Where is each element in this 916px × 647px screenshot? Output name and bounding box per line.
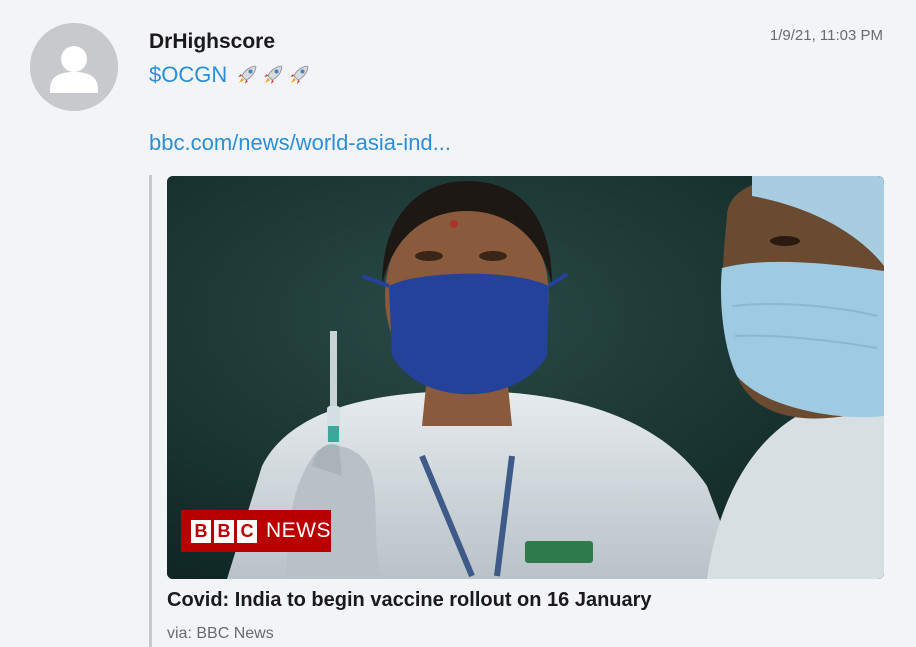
bbc-news-logo: B B C NEWS	[181, 510, 331, 552]
message-line: $OCGN	[149, 62, 311, 88]
timestamp: 1/9/21, 11:03 PM	[769, 27, 883, 44]
bbc-logo-letter: C	[237, 519, 257, 543]
username[interactable]: DrHighscore	[149, 30, 275, 54]
bbc-logo-letter: B	[191, 519, 211, 543]
ticker-link[interactable]: $OCGN	[149, 62, 227, 88]
bbc-logo-letter: B	[214, 519, 234, 543]
card-title[interactable]: Covid: India to begin vaccine rollout on…	[167, 589, 652, 612]
avatar[interactable]	[30, 23, 118, 111]
user-avatar-icon	[30, 23, 118, 111]
card-source: via: BBC News	[167, 625, 274, 642]
rocket-icon	[235, 63, 259, 87]
rocket-emojis	[235, 63, 311, 87]
bbc-logo-word: NEWS	[266, 519, 331, 542]
rocket-icon	[287, 63, 311, 87]
post: DrHighscore 1/9/21, 11:03 PM $OCGN bbc.c…	[0, 0, 916, 647]
card-rule	[149, 175, 152, 647]
rocket-icon	[261, 63, 285, 87]
article-link[interactable]: bbc.com/news/world-asia-ind...	[149, 130, 451, 156]
